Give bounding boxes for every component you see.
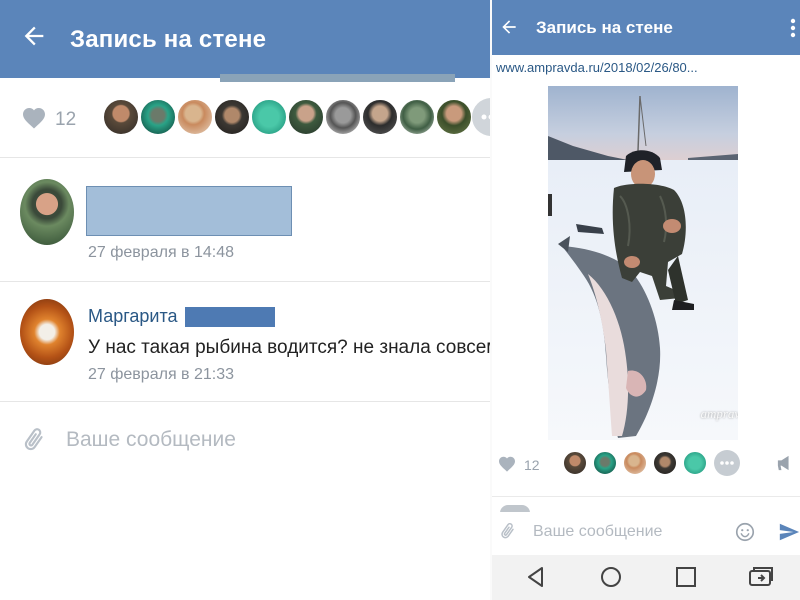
avatar[interactable] xyxy=(102,98,140,136)
back-arrow-icon[interactable] xyxy=(499,17,519,37)
avatar[interactable] xyxy=(622,450,648,476)
left-screenshot: Запись на стене 12 27 февраля в 14:48 Ма… xyxy=(0,0,490,600)
right-header: Запись на стене xyxy=(492,0,800,55)
paperclip-icon[interactable] xyxy=(498,521,516,543)
avatar[interactable] xyxy=(213,98,251,136)
right-screenshot: Запись на стене www.ampravda.ru/2018/02/… xyxy=(490,0,800,600)
avatar[interactable] xyxy=(361,98,399,136)
avatar[interactable] xyxy=(139,98,177,136)
heart-icon[interactable] xyxy=(498,456,516,472)
vertical-dots-icon[interactable] xyxy=(788,16,798,40)
comment: 27 февраля в 14:48 xyxy=(0,170,490,282)
compose-bar: Ваше сообщение xyxy=(0,408,490,470)
nav-switch-icon[interactable] xyxy=(747,563,775,591)
redacted-name xyxy=(86,186,292,236)
avatar[interactable] xyxy=(324,98,362,136)
avatar[interactable] xyxy=(250,98,288,136)
back-arrow-icon[interactable] xyxy=(20,22,48,50)
avatar[interactable] xyxy=(592,450,618,476)
comment-author[interactable]: Маргарита xyxy=(88,306,178,327)
like-count: 12 xyxy=(524,457,540,473)
send-icon[interactable] xyxy=(778,521,800,543)
nav-back-icon[interactable] xyxy=(522,563,550,591)
avatar[interactable] xyxy=(652,450,678,476)
photo-watermark: ampravda.ru xyxy=(700,406,738,421)
post-photo[interactable]: ampravda.ru xyxy=(548,86,738,440)
more-dots-icon[interactable] xyxy=(472,98,490,136)
likes-row: 12 xyxy=(492,445,800,485)
like-count: 12 xyxy=(55,109,77,130)
message-input[interactable]: Ваше сообщение xyxy=(533,523,662,541)
avatar[interactable] xyxy=(287,98,325,136)
comment-time: 27 февраля в 14:48 xyxy=(88,244,235,261)
avatar[interactable] xyxy=(398,98,436,136)
megaphone-icon[interactable] xyxy=(776,455,794,471)
post-link[interactable]: www.ampravda.ru/2018/02/26/80... xyxy=(496,60,698,75)
comment-text: У нас такая рыбина водится? не знала сов… xyxy=(88,337,490,358)
left-header: Запись на стене xyxy=(0,0,490,78)
divider xyxy=(492,496,800,497)
avatar[interactable] xyxy=(20,179,74,245)
avatar[interactable] xyxy=(435,98,473,136)
avatar[interactable] xyxy=(176,98,214,136)
avatar[interactable] xyxy=(20,299,74,365)
nav-home-icon[interactable] xyxy=(597,563,625,591)
avatar[interactable] xyxy=(562,450,588,476)
comment: Маргарита У нас такая рыбина водится? не… xyxy=(0,290,490,402)
redacted-surname xyxy=(185,307,275,327)
more-dots-icon[interactable] xyxy=(714,450,740,476)
avatar[interactable] xyxy=(682,450,708,476)
nav-recents-icon[interactable] xyxy=(672,563,700,591)
likes-row: 12 xyxy=(0,82,490,158)
comment-time: 27 февраля в 21:33 xyxy=(88,366,235,383)
post-image-edge xyxy=(220,74,455,82)
compose-bar: Ваше сообщение xyxy=(492,512,800,552)
page-title: Запись на стене xyxy=(70,26,267,53)
message-input[interactable]: Ваше сообщение xyxy=(66,428,236,452)
page-title: Запись на стене xyxy=(536,18,673,37)
heart-icon[interactable] xyxy=(22,107,46,129)
android-nav-bar xyxy=(492,555,800,600)
paperclip-icon[interactable] xyxy=(20,426,46,456)
smile-icon[interactable] xyxy=(734,521,756,543)
